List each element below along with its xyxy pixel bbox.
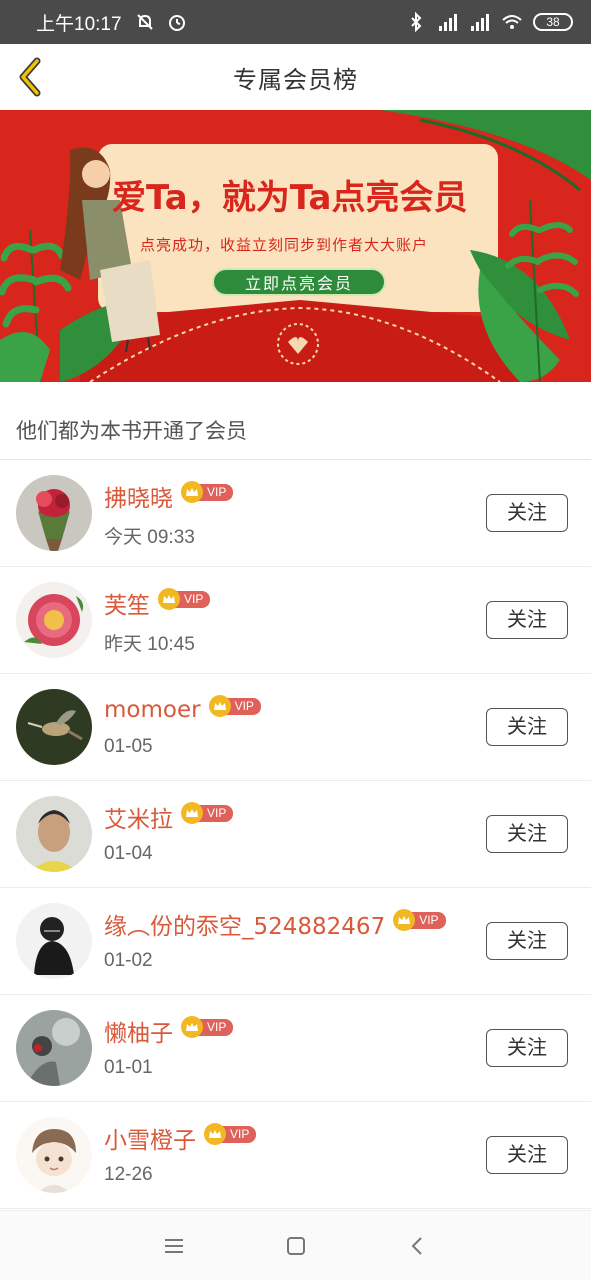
crown-icon xyxy=(204,1123,226,1145)
person-portrait-avatar xyxy=(16,796,92,872)
peony-avatar xyxy=(16,582,92,658)
page-title: 专属会员榜 xyxy=(233,65,358,94)
system-back-button[interactable] xyxy=(405,1233,431,1259)
avatar[interactable] xyxy=(16,475,92,551)
misty-figure-avatar xyxy=(16,1010,92,1086)
battery-icon: 38 xyxy=(533,13,573,31)
member-name[interactable]: 拂晓晓 xyxy=(104,479,173,513)
member-date: 01-01 xyxy=(104,1057,153,1078)
signal-icon xyxy=(439,14,457,31)
member-info: 缘︵份的忝空_524882467 VIP 01-02 xyxy=(104,906,471,972)
vip-badge: VIP xyxy=(181,1016,234,1038)
chevron-left-icon xyxy=(19,57,41,97)
menu-icon xyxy=(164,1238,183,1253)
menu-button[interactable] xyxy=(161,1233,187,1259)
section-title: 他们都为本书开通了会员 xyxy=(0,400,591,460)
member-date: 01-04 xyxy=(104,843,153,864)
crown-icon xyxy=(181,802,203,824)
avatar[interactable] xyxy=(16,796,92,872)
status-left-icons xyxy=(134,11,188,33)
vip-badge: VIP xyxy=(208,695,261,717)
member-info: momoer VIP 01-05 xyxy=(104,692,471,758)
list-item[interactable]: 芙笙 VIP 昨天 10:45 关注 xyxy=(0,567,591,674)
flower-bouquet-avatar xyxy=(16,475,92,551)
avatar[interactable] xyxy=(16,1117,92,1193)
status-time: 上午10:17 xyxy=(36,13,122,35)
vip-badge: VIP xyxy=(181,802,234,824)
follow-button[interactable]: 关注 xyxy=(486,1136,568,1174)
member-date: 01-02 xyxy=(104,950,153,971)
member-info: 拂晓晓 VIP 今天 09:33 xyxy=(104,478,471,549)
member-date: 12-26 xyxy=(104,1164,153,1185)
follow-button[interactable]: 关注 xyxy=(486,815,568,853)
status-right-icons: 38 xyxy=(405,11,573,33)
list-item[interactable]: momoer VIP 01-05 关注 xyxy=(0,674,591,781)
member-info: 芙笙 VIP 昨天 10:45 xyxy=(104,585,471,656)
crown-icon xyxy=(208,695,231,717)
bluetooth-icon xyxy=(411,11,422,33)
light-up-member-button[interactable]: 立即点亮会员 xyxy=(212,268,386,296)
member-name[interactable]: 小雪橙子 xyxy=(104,1121,196,1155)
avatar[interactable] xyxy=(16,582,92,658)
back-triangle-icon xyxy=(411,1236,422,1255)
vip-badge: VIP xyxy=(181,481,234,503)
dark-figure-avatar xyxy=(16,903,92,979)
header: 专属会员榜 xyxy=(0,44,591,110)
banner-subtitle: 点亮成功，收益立刻同步到作者大大账户 xyxy=(140,236,429,254)
avatar[interactable] xyxy=(16,1010,92,1086)
list-item[interactable]: 缘︵份的忝空_524882467 VIP 01-02 关注 xyxy=(0,888,591,995)
banner-headline: 爱Ta，就为Ta点亮会员 xyxy=(112,178,468,218)
follow-button[interactable]: 关注 xyxy=(486,494,568,532)
status-bar: 上午10:17 38 xyxy=(0,0,591,44)
hd-signal-icon xyxy=(471,14,489,31)
member-date: 01-05 xyxy=(104,736,153,757)
member-name[interactable]: 芙笙 xyxy=(104,586,150,620)
avatar[interactable] xyxy=(16,689,92,765)
list-item[interactable]: 艾米拉 VIP 01-04 关注 xyxy=(0,781,591,888)
system-nav-bar xyxy=(0,1210,591,1280)
back-button[interactable] xyxy=(10,54,50,100)
list-item[interactable]: 懒柚子 VIP 01-01 关注 xyxy=(0,995,591,1102)
member-info: 懒柚子 VIP 01-01 xyxy=(104,1013,471,1079)
member-date: 今天 09:33 xyxy=(104,527,195,548)
crown-icon xyxy=(158,588,180,610)
member-info: 艾米拉 VIP 01-04 xyxy=(104,799,471,865)
member-name[interactable]: 懒柚子 xyxy=(104,1014,173,1048)
alarm-icon xyxy=(168,15,185,31)
member-list: 拂晓晓 VIP 今天 09:33 关注 芙笙 VIP 昨天 10:45 关注 m… xyxy=(0,460,591,1209)
member-name[interactable]: momoer xyxy=(104,697,201,723)
follow-button[interactable]: 关注 xyxy=(486,601,568,639)
follow-button[interactable]: 关注 xyxy=(486,708,568,746)
mute-icon xyxy=(136,14,153,30)
follow-button[interactable]: 关注 xyxy=(486,922,568,960)
home-button[interactable] xyxy=(283,1233,309,1259)
crown-icon xyxy=(181,481,203,503)
member-name[interactable]: 艾米拉 xyxy=(104,800,173,834)
follow-button[interactable]: 关注 xyxy=(486,1029,568,1067)
cartoon-boy-avatar xyxy=(16,1117,92,1193)
promo-banner[interactable]: 爱Ta，就为Ta点亮会员 点亮成功，收益立刻同步到作者大大账户 立即点亮会员 xyxy=(0,110,591,382)
home-square-icon xyxy=(286,1236,305,1255)
avatar[interactable] xyxy=(16,903,92,979)
vip-badge: VIP xyxy=(393,909,446,931)
vip-badge: VIP xyxy=(158,588,211,610)
hummingbird-avatar xyxy=(16,689,92,765)
list-item[interactable]: 小雪橙子 VIP 12-26 关注 xyxy=(0,1102,591,1209)
member-date: 昨天 10:45 xyxy=(104,634,195,655)
member-name[interactable]: 缘︵份的忝空_524882467 xyxy=(104,907,385,941)
wifi-icon xyxy=(502,15,522,29)
member-info: 小雪橙子 VIP 12-26 xyxy=(104,1120,471,1186)
crown-icon xyxy=(181,1016,203,1038)
list-item[interactable]: 拂晓晓 VIP 今天 09:33 关注 xyxy=(0,460,591,567)
vip-badge: VIP xyxy=(204,1123,257,1145)
